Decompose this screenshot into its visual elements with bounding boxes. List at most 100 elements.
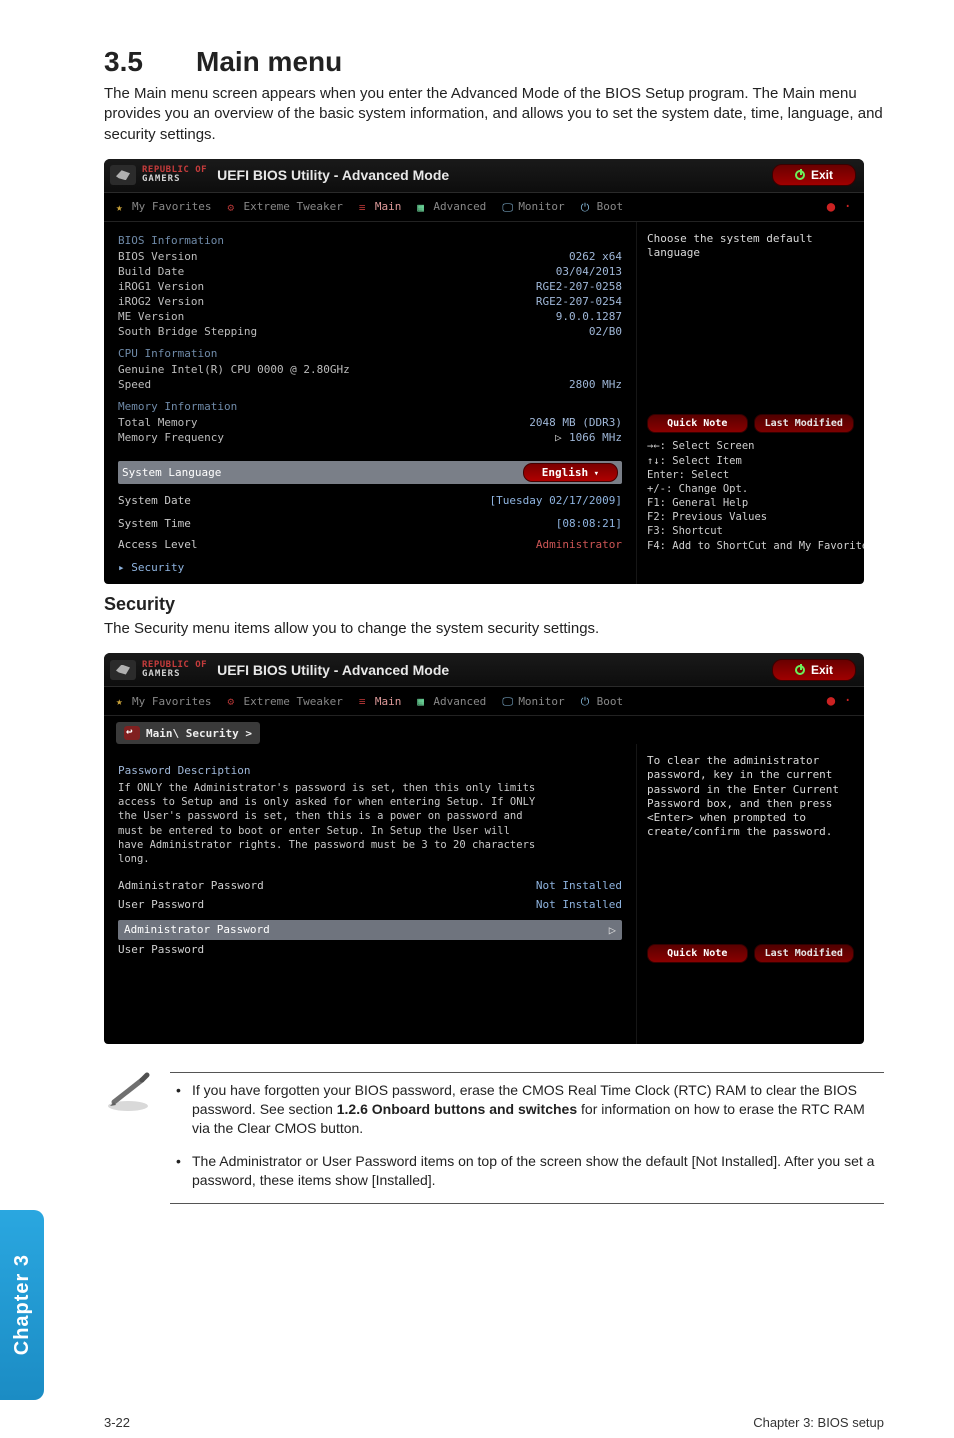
tab-extreme-tweaker[interactable]: Extreme Tweaker — [227, 695, 342, 708]
monitor-icon — [502, 201, 514, 213]
monitor-icon — [502, 695, 514, 707]
page-number: 3-22 — [104, 1415, 130, 1430]
row-system-language[interactable]: System Language English — [118, 461, 622, 484]
bios-screenshot-main: REPUBLIC OF GAMERS UEFI BIOS Utility - A… — [104, 159, 864, 584]
bios-right-pane-2: To clear the administrator password, key… — [636, 744, 864, 1044]
bios-titlebar-2: REPUBLIC OF GAMERS UEFI BIOS Utility - A… — [104, 653, 864, 687]
row-me-version: ME Version9.0.0.1287 — [118, 309, 622, 324]
row-admin-password-status: Administrator Password Not Installed — [118, 876, 622, 895]
page-footer: 3-22 Chapter 3: BIOS setup — [0, 1415, 954, 1430]
quick-note-button[interactable]: Quick Note — [647, 414, 748, 433]
star-icon — [116, 695, 128, 707]
bios-tab-bar-2: My Favorites Extreme Tweaker Main Advanc… — [104, 687, 864, 716]
back-icon — [124, 726, 140, 740]
section-title-text: Main menu — [196, 46, 342, 77]
section-number: 3.5 — [104, 46, 196, 78]
tab-boot[interactable]: Boot — [581, 695, 624, 708]
row-cpu-speed: Speed2800 MHz — [118, 377, 622, 392]
note-block: If you have forgotten your BIOS password… — [104, 1072, 884, 1204]
row-memory-frequency: Memory Frequency▷1066 MHz — [118, 430, 622, 445]
cursor-icon — [609, 923, 616, 937]
star-icon — [116, 201, 128, 213]
exit-label: Exit — [811, 168, 833, 182]
advanced-icon — [417, 201, 429, 213]
tab-advanced[interactable]: Advanced — [417, 200, 486, 213]
row-irog2: iROG2 VersionRGE2-207-0254 — [118, 294, 622, 309]
row-bios-version: BIOS Version0262 x64 — [118, 249, 622, 264]
tab-my-favorites[interactable]: My Favorites — [116, 695, 211, 708]
password-description-title: Password Description — [118, 764, 622, 777]
note-icon — [104, 1072, 152, 1117]
rog-logo-icon — [110, 165, 136, 185]
row-sb-stepping: South Bridge Stepping02/B0 — [118, 324, 622, 339]
power-icon — [795, 170, 805, 180]
bios-window-title: UEFI BIOS Utility - Advanced Mode — [217, 662, 449, 678]
quick-note-button[interactable]: Quick Note — [647, 944, 748, 963]
tab-monitor[interactable]: Monitor — [502, 695, 564, 708]
row-access-level: Access Level Administrator — [118, 538, 622, 551]
row-set-admin-password[interactable]: Administrator Password — [118, 920, 622, 940]
key-help-panel: →←: Select Screen ↑↓: Select Item Enter:… — [647, 439, 854, 552]
tweaker-icon — [227, 201, 239, 213]
tab-boot[interactable]: Boot — [581, 200, 624, 213]
boot-icon — [581, 201, 593, 213]
row-cpu-name: Genuine Intel(R) CPU 0000 @ 2.80GHz — [118, 362, 622, 377]
group-cpu-info: CPU Information — [118, 347, 622, 360]
section-heading: 3.5Main menu — [104, 46, 884, 78]
exit-button[interactable]: Exit — [772, 164, 856, 186]
tab-extreme-tweaker[interactable]: Extreme Tweaker — [227, 200, 342, 213]
footer-title: Chapter 3: BIOS setup — [753, 1415, 884, 1430]
note-item-1: If you have forgotten your BIOS password… — [170, 1081, 884, 1138]
brand-bottom: GAMERS — [142, 175, 207, 184]
bios-tab-bar: My Favorites Extreme Tweaker Main Advanc… — [104, 193, 864, 222]
system-language-label: System Language — [122, 466, 221, 479]
chevron-down-icon — [588, 466, 599, 479]
bios-screenshot-security: REPUBLIC OF GAMERS UEFI BIOS Utility - A… — [104, 653, 864, 1044]
last-modified-button[interactable]: Last Modified — [754, 944, 855, 963]
chapter-side-tab: Chapter 3 — [0, 1210, 44, 1400]
bios-window-title: UEFI BIOS Utility - Advanced Mode — [217, 167, 449, 183]
note-item-2: The Administrator or User Password items… — [170, 1152, 884, 1190]
tab-advanced[interactable]: Advanced — [417, 695, 486, 708]
tab-main[interactable]: Main — [359, 200, 402, 213]
row-build-date: Build Date03/04/2013 — [118, 264, 622, 279]
security-heading: Security — [104, 594, 884, 615]
power-icon — [795, 665, 805, 675]
main-icon — [359, 695, 371, 707]
row-irog1: iROG1 VersionRGE2-207-0258 — [118, 279, 622, 294]
group-bios-info: BIOS Information — [118, 234, 622, 247]
row-total-memory: Total Memory2048 MB (DDR3) — [118, 415, 622, 430]
brand-bottom: GAMERS — [142, 670, 207, 679]
tweaker-icon — [227, 695, 239, 707]
exit-label: Exit — [811, 663, 833, 677]
tab-monitor[interactable]: Monitor — [502, 200, 564, 213]
bios-left-pane: BIOS Information BIOS Version0262 x64 Bu… — [104, 222, 636, 584]
boot-icon — [581, 695, 593, 707]
context-help-2: To clear the administrator password, key… — [647, 754, 854, 840]
tab-my-favorites[interactable]: My Favorites — [116, 200, 211, 213]
group-memory-info: Memory Information — [118, 400, 622, 413]
exit-button[interactable]: Exit — [772, 659, 856, 681]
row-system-time[interactable]: System Time [08:08:21] — [118, 517, 622, 530]
bios-right-pane: Choose the system default language Quick… — [636, 222, 864, 584]
breadcrumb-back[interactable]: Main\ Security > — [116, 722, 260, 744]
password-description-text: If ONLY the Administrator's password is … — [118, 781, 538, 866]
advanced-icon — [417, 695, 429, 707]
security-desc: The Security menu items allow you to cha… — [104, 619, 884, 639]
row-security-submenu[interactable]: ▸ Security — [118, 561, 622, 574]
row-system-date[interactable]: System Date [Tuesday 02/17/2009] — [118, 494, 622, 507]
tab-main[interactable]: Main — [359, 695, 402, 708]
last-modified-button[interactable]: Last Modified — [754, 414, 855, 433]
bios-left-pane-2: Password Description If ONLY the Adminis… — [104, 744, 636, 1044]
main-icon — [359, 201, 371, 213]
mode-indicator-icon: ● · — [827, 199, 852, 215]
intro-paragraph: The Main menu screen appears when you en… — [104, 84, 884, 145]
bios-titlebar: REPUBLIC OF GAMERS UEFI BIOS Utility - A… — [104, 159, 864, 193]
row-set-user-password[interactable]: User Password — [118, 940, 622, 959]
context-help: Choose the system default language — [647, 232, 854, 261]
mode-indicator-icon: ● · — [827, 693, 852, 709]
rog-logo-icon — [110, 660, 136, 680]
row-user-password-status: User Password Not Installed — [118, 895, 622, 914]
breadcrumb-text: Main\ Security > — [146, 727, 252, 740]
language-dropdown[interactable]: English — [523, 463, 618, 482]
